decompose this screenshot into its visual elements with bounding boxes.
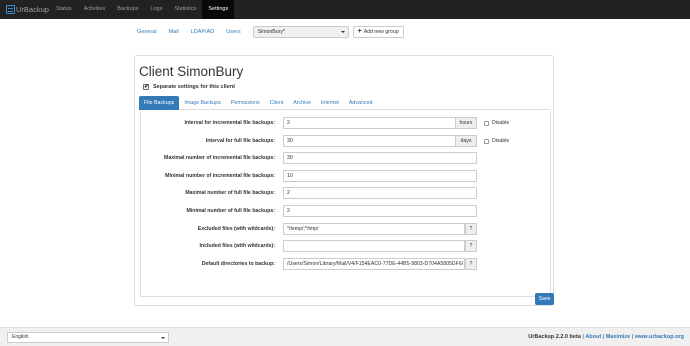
urbackup-logo-icon (6, 5, 15, 14)
max-incr-input[interactable]: 30 (283, 152, 477, 164)
included-label: Included files (with wildcards): (199, 243, 275, 249)
incr-interval-input[interactable]: 2 (283, 117, 456, 129)
nav-status[interactable]: Status (50, 0, 78, 19)
nav-logs[interactable]: Logs (144, 0, 168, 19)
nav-activities[interactable]: Activities (78, 0, 112, 19)
about-link[interactable]: About (585, 334, 601, 340)
settings-group-bar: General Mail LDAP/AD Users SimonBury* + … (137, 26, 404, 38)
tab-general[interactable]: General (137, 29, 157, 35)
min-full-row: Minimal number of full file backups: 2 (141, 205, 551, 217)
plus-icon: + (357, 28, 362, 35)
tab-mail[interactable]: Mail (169, 29, 179, 35)
full-interval-unit: days (455, 135, 477, 147)
included-row: Included files (with wildcards): ? (141, 240, 551, 252)
nav-backups[interactable]: Backups (111, 0, 144, 19)
top-navbar: UrBackup Status Activities Backups Logs … (0, 0, 690, 19)
language-value: English (12, 334, 29, 340)
max-incr-row: Maximal number of incremental file backu… (141, 152, 551, 164)
footer: English UrBackup 2.2.0 beta | About | Ma… (0, 327, 690, 346)
checkbox-checked-icon[interactable] (143, 83, 149, 90)
client-select[interactable]: SimonBury* (252, 26, 349, 38)
max-full-input[interactable]: 2 (283, 187, 477, 199)
website-link[interactable]: www.urbackup.org (635, 334, 684, 340)
footer-links: UrBackup 2.2.0 beta | About | Maximize |… (528, 328, 684, 346)
nav-statistics[interactable]: Statistics (168, 0, 202, 19)
tab-internet[interactable]: Internet (316, 96, 344, 110)
incr-disable-label: Disable (492, 120, 510, 126)
settings-tabs: File Backups Image Backups Permissions C… (139, 96, 551, 110)
min-incr-row: Minimal number of incremental file backu… (141, 170, 551, 182)
full-interval-label: Interval for full file backups: (205, 138, 275, 144)
max-full-label: Maximal number of full file backups: (185, 190, 275, 196)
client-select-value: SimonBury* (257, 29, 285, 35)
excluded-label: Excluded files (with wildcards): (197, 226, 275, 232)
default-dirs-help-button[interactable]: ? (465, 258, 477, 270)
tab-ldap[interactable]: LDAP/AD (191, 29, 215, 35)
brand[interactable]: UrBackup (0, 0, 50, 19)
file-backup-settings: Interval for incremental file backups: 2… (140, 111, 551, 297)
default-dirs-label: Default directories to backup: (201, 261, 275, 267)
full-disable-label: Disable (492, 138, 510, 144)
incr-interval-label: Interval for incremental file backups: (184, 120, 275, 126)
save-button[interactable]: Save (535, 293, 554, 305)
excluded-help-button[interactable]: ? (465, 223, 477, 235)
max-incr-label: Maximal number of incremental file backu… (164, 155, 275, 161)
checkbox-icon[interactable] (484, 138, 489, 144)
tab-users[interactable]: Users (226, 29, 240, 35)
brand-name: UrBackup (16, 5, 49, 14)
client-settings-panel: Client SimonBury Separate settings for t… (134, 55, 554, 306)
main-content: General Mail LDAP/AD Users SimonBury* + … (0, 19, 690, 327)
separate-settings-checkbox[interactable]: Separate settings for this client (143, 83, 235, 90)
tab-image-backups[interactable]: Image Backups (179, 96, 226, 110)
page-title: Client SimonBury (139, 64, 244, 79)
included-input[interactable] (283, 240, 465, 252)
min-incr-label: Minimal number of incremental file backu… (165, 173, 275, 179)
default-dirs-row: Default directories to backup: /Users/Si… (141, 258, 551, 270)
incr-interval-row: Interval for incremental file backups: 2… (141, 117, 551, 129)
incr-interval-unit: hours (455, 117, 477, 129)
min-full-label: Minimal number of full file backups: (186, 208, 275, 214)
maximize-link[interactable]: Maximize (606, 334, 630, 340)
full-interval-row: Interval for full file backups: 30 days … (141, 135, 551, 147)
min-full-input[interactable]: 2 (283, 205, 477, 217)
excluded-row: Excluded files (with wildcards): */temp/… (141, 223, 551, 235)
add-group-button[interactable]: + Add new group (352, 26, 404, 38)
default-dirs-input[interactable]: /Users/Simon/Library/Mail/V4/F154EAC0-77… (283, 258, 465, 270)
nav-settings[interactable]: Settings (202, 0, 235, 19)
included-help-button[interactable]: ? (465, 240, 477, 252)
separate-settings-label: Separate settings for this client (153, 84, 235, 90)
incr-disable-checkbox[interactable]: Disable (484, 117, 509, 129)
language-select[interactable]: English (7, 332, 169, 343)
chevron-down-icon (340, 31, 345, 33)
tab-file-backups[interactable]: File Backups (139, 96, 180, 110)
checkbox-icon[interactable] (484, 120, 489, 126)
tab-advanced[interactable]: Advanced (344, 96, 378, 110)
version-text: UrBackup 2.2.0 beta (528, 334, 581, 340)
add-group-label: Add new group (363, 29, 399, 35)
tab-client[interactable]: Client (265, 96, 289, 110)
full-disable-checkbox[interactable]: Disable (484, 135, 509, 147)
full-interval-input[interactable]: 30 (283, 135, 456, 147)
tab-archive[interactable]: Archive (288, 96, 316, 110)
chevron-down-icon (161, 336, 165, 339)
tab-permissions[interactable]: Permissions (226, 96, 265, 110)
min-incr-input[interactable]: 10 (283, 170, 477, 182)
excluded-input[interactable]: */temp/;*/tmp/ (283, 223, 465, 235)
max-full-row: Maximal number of full file backups: 2 (141, 187, 551, 199)
